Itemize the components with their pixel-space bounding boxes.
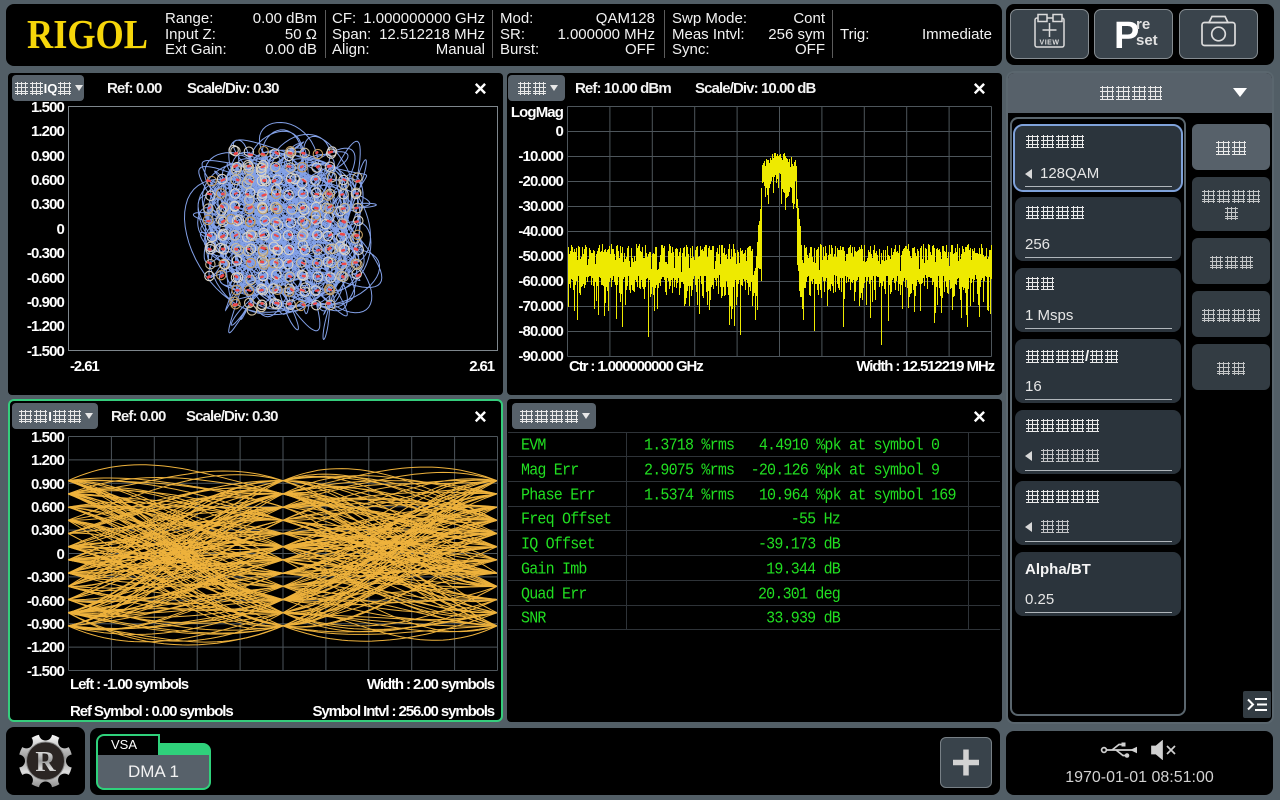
- svg-text:R: R: [35, 747, 56, 778]
